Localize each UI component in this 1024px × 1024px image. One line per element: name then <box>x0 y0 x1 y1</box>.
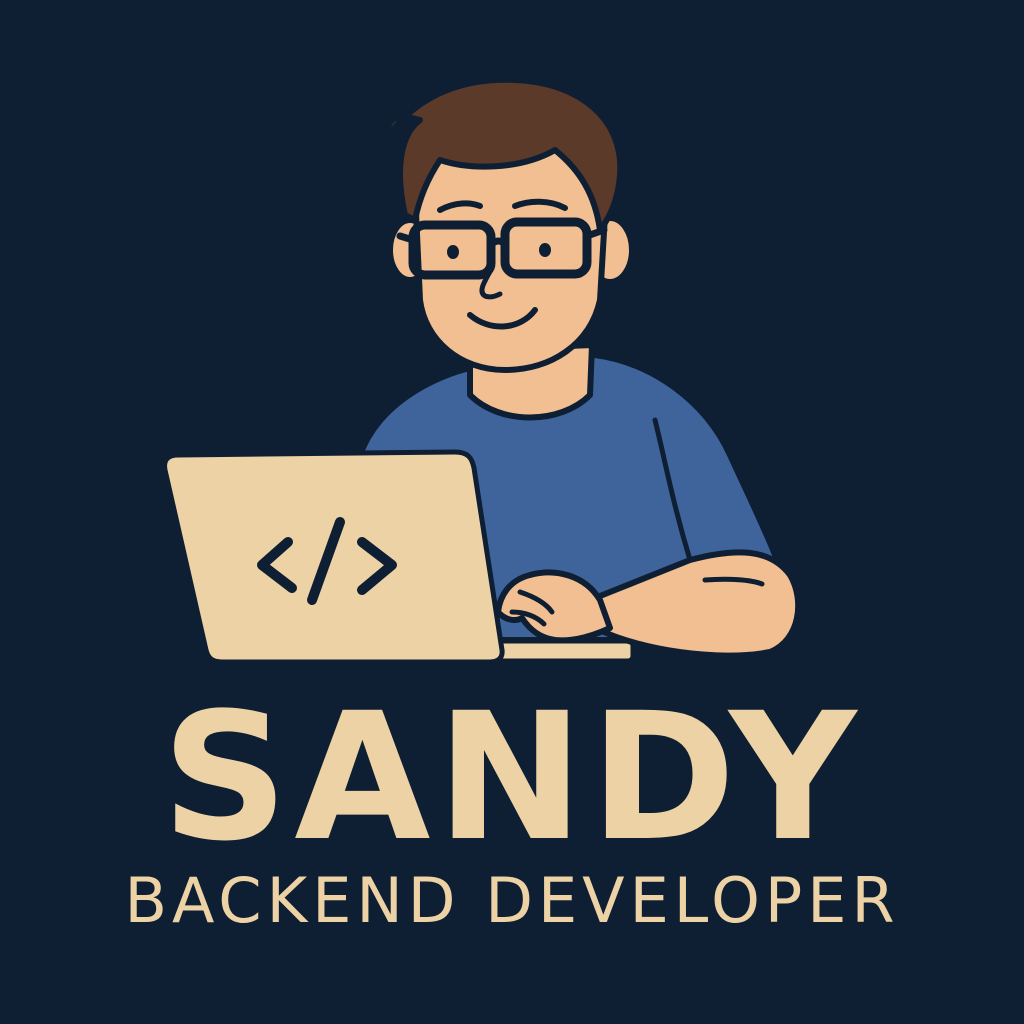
developer-avatar-illustration <box>162 76 802 665</box>
logo-canvas: SANDY BACKEND DEVELOPER <box>0 0 1024 1024</box>
laptop-lid <box>162 449 505 665</box>
laptop-base <box>488 640 634 662</box>
brand-role: BACKEND DEVELOPER <box>124 864 900 937</box>
brand-name: SANDY <box>161 675 863 880</box>
